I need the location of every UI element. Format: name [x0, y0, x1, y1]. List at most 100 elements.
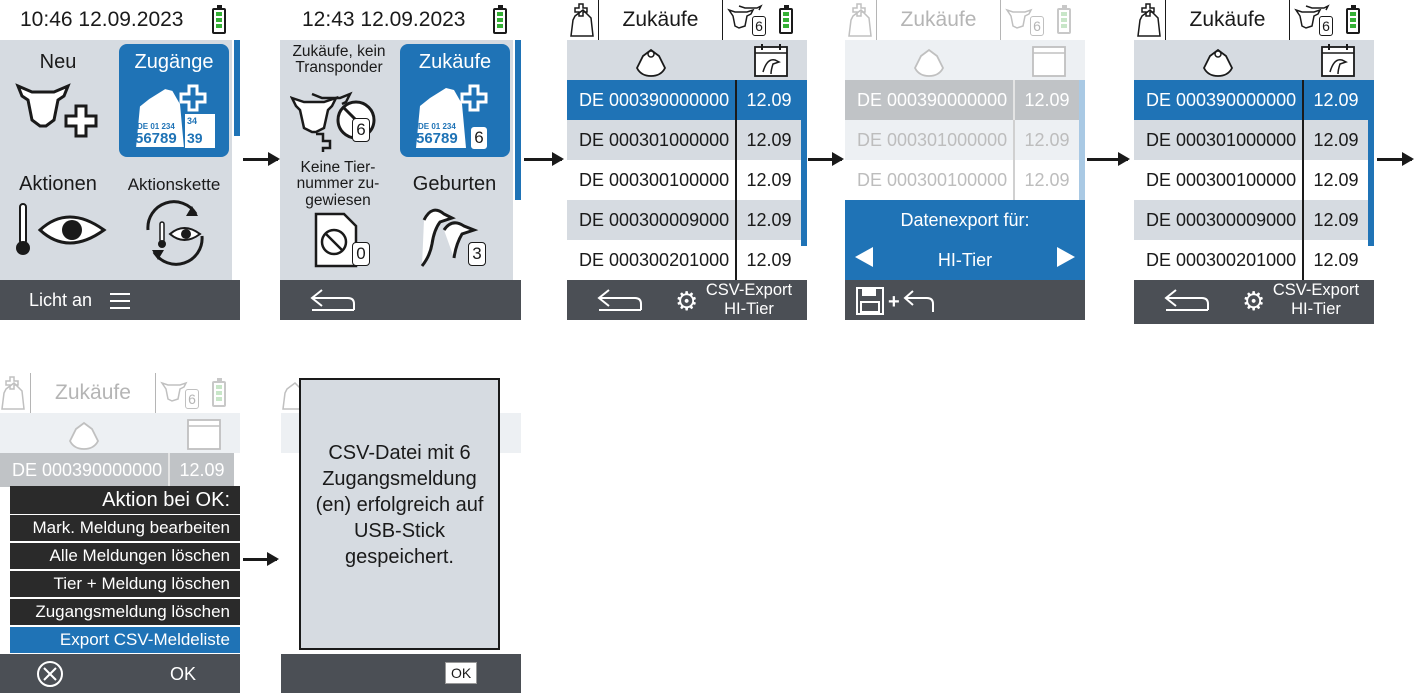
scrollbar[interactable]: [1368, 80, 1374, 246]
calendar-stork-icon: [1032, 46, 1066, 77]
menu-item[interactable]: Alle Meldungen löschen: [10, 543, 240, 569]
header-badge: 6: [1319, 16, 1333, 36]
cancel-icon[interactable]: [36, 660, 64, 688]
header-badge: 6: [752, 16, 766, 36]
tile-aktionskette[interactable]: Aktionskette: [116, 160, 232, 280]
date: 12.09: [1302, 200, 1368, 240]
calendar-stork-icon: [754, 44, 788, 77]
list-item[interactable]: DE 000300201000 12.09: [567, 240, 801, 280]
list-item[interactable]: DE 000300201000 12.09: [1134, 240, 1368, 280]
csv-export-button[interactable]: CSV-Export HI-Tier: [1268, 281, 1364, 319]
date: 12.09: [1302, 240, 1368, 280]
date: 12.09: [1302, 80, 1368, 120]
tile-keine-tiernummer[interactable]: Keine Tier-nummer zu-gewiesen 0: [280, 159, 396, 280]
back-icon[interactable]: [308, 288, 356, 314]
animal-id: DE 000300201000: [1146, 249, 1297, 270]
tile-zukaeufe[interactable]: Zukäufe DE 01 234 56789 6: [400, 44, 510, 157]
tag-side-1: 34: [187, 116, 198, 126]
battery-icon: [212, 378, 226, 407]
ok-button[interactable]: OK: [170, 664, 196, 685]
list-item[interactable]: DE 000390000000 12.09: [1134, 80, 1368, 120]
export-dialog: Datenexport für: HI-Tier: [845, 200, 1085, 280]
tile-zugaenge[interactable]: Zugänge DE 01 234 56789 34 39: [119, 44, 229, 157]
list-item[interactable]: DE 000301000000 12.09: [567, 120, 801, 160]
menu-item-selected[interactable]: Export CSV-Meldeliste: [10, 627, 240, 653]
menu-icon[interactable]: [110, 292, 132, 310]
tile2-label: Zukäufe: [418, 51, 492, 73]
tile-aktionskette-label: Aktionskette: [127, 175, 221, 194]
tile-neu[interactable]: Neu: [0, 40, 116, 160]
header-bar: Zukäufe 6: [1134, 0, 1374, 40]
animal-id: DE 000300009000: [579, 209, 730, 230]
list-item: DE 000300100000 12.09: [845, 160, 1079, 200]
tile1-label: Zukäufe, kein Transponder: [292, 43, 386, 77]
badge-3: 0: [352, 242, 370, 266]
battery-icon: [493, 5, 507, 34]
ear-tag-plus-icon: [848, 3, 872, 37]
scrollbar[interactable]: [234, 40, 240, 136]
footer-bar: OK: [281, 654, 521, 693]
csv-export-button[interactable]: CSV-Export HI-Tier: [701, 281, 797, 319]
back-icon[interactable]: [595, 288, 643, 314]
battery-icon: [1057, 5, 1071, 34]
screen-zugaenge: 12:43 12.09.2023 Zukäufe, kein Transpond…: [280, 0, 521, 320]
list-item: DE 000390000000 12.09: [0, 453, 234, 487]
column-header: [0, 413, 240, 453]
hi-tier-label: HI-Tier: [724, 300, 774, 318]
column-header: [567, 40, 807, 80]
menu-item[interactable]: Mark. Meldung bearbeiten: [10, 515, 240, 541]
tile-aktionen[interactable]: Aktionen: [0, 160, 116, 280]
export-target-value[interactable]: HI-Tier: [885, 250, 1045, 271]
message-box: CSV-Datei mit 6 Zugangsmeldung (en) erfo…: [299, 378, 500, 650]
message-text: CSV-Datei mit 6 Zugangsmeldung (en) erfo…: [315, 442, 484, 568]
header-bar: Zukäufe 6: [845, 0, 1085, 40]
animal-id: DE 000390000000: [857, 89, 1008, 110]
animal-id: DE 000390000000: [1146, 89, 1297, 110]
tile-zukaeufe-kein-transponder[interactable]: Zukäufe, kein Transponder 6: [280, 40, 396, 160]
flow-arrow: [524, 152, 564, 166]
ear-tag-icon: [635, 48, 667, 77]
screen-message: CSV-Datei mit 6 Zugangsmeldung (en) erfo…: [281, 373, 521, 693]
svg-text:+: +: [888, 291, 900, 313]
ok-button[interactable]: OK: [445, 662, 478, 684]
ear-tag-plus-icon: [570, 3, 594, 37]
next-arrow[interactable]: [1057, 247, 1075, 267]
ear-tag-plus-icon: [1137, 3, 1161, 37]
tile-geburten[interactable]: Geburten 3: [396, 160, 513, 280]
animal-id: DE 000301000000: [1146, 129, 1297, 150]
flow-arrow: [243, 552, 279, 566]
date: 12.09: [735, 200, 801, 240]
cow-plus-icon: [15, 83, 98, 138]
date: 12.09: [1013, 160, 1079, 200]
csv-export-label: CSV-Export: [705, 281, 793, 299]
badge-4: 3: [468, 242, 486, 266]
animal-id: DE 000390000000: [12, 459, 163, 480]
list-item[interactable]: DE 000300100000 12.09: [567, 160, 801, 200]
page-title: Zukäufe: [598, 0, 723, 40]
list-item[interactable]: DE 000301000000 12.09: [1134, 120, 1368, 160]
list-item[interactable]: DE 000300009000 12.09: [1134, 200, 1368, 240]
page-title: Zukäufe: [30, 373, 156, 413]
hi-tier-label: HI-Tier: [1291, 300, 1341, 318]
flow-arrow: [1377, 152, 1414, 166]
header-bar: Zukäufe 6: [0, 373, 240, 413]
scrollbar[interactable]: [801, 80, 807, 246]
prev-arrow[interactable]: [855, 247, 873, 267]
save-back-icon[interactable]: +: [855, 286, 937, 316]
date: 12.09: [735, 120, 801, 160]
screen-zukaeufe-list: Zukäufe 6 DE 000390000000 12.09 DE 00030…: [567, 0, 807, 320]
tag-side-2: 39: [187, 130, 203, 146]
scrollbar[interactable]: [515, 40, 521, 200]
list-item[interactable]: DE 000300100000 12.09: [1134, 160, 1368, 200]
date: 12.09: [1013, 120, 1079, 160]
back-icon[interactable]: [1162, 288, 1210, 314]
menu-item[interactable]: Zugangsmeldung löschen: [10, 599, 240, 625]
header-badge: 6: [185, 389, 199, 409]
date: 12.09: [735, 160, 801, 200]
list-item[interactable]: DE 000390000000 12.09: [567, 80, 801, 120]
light-on-button[interactable]: Licht an: [29, 290, 92, 311]
header-bar: Zukäufe 6: [567, 0, 807, 40]
list-item[interactable]: DE 000300009000 12.09: [567, 200, 801, 240]
animal-id: DE 000390000000: [579, 89, 730, 110]
menu-item[interactable]: Tier + Meldung löschen: [10, 571, 240, 597]
